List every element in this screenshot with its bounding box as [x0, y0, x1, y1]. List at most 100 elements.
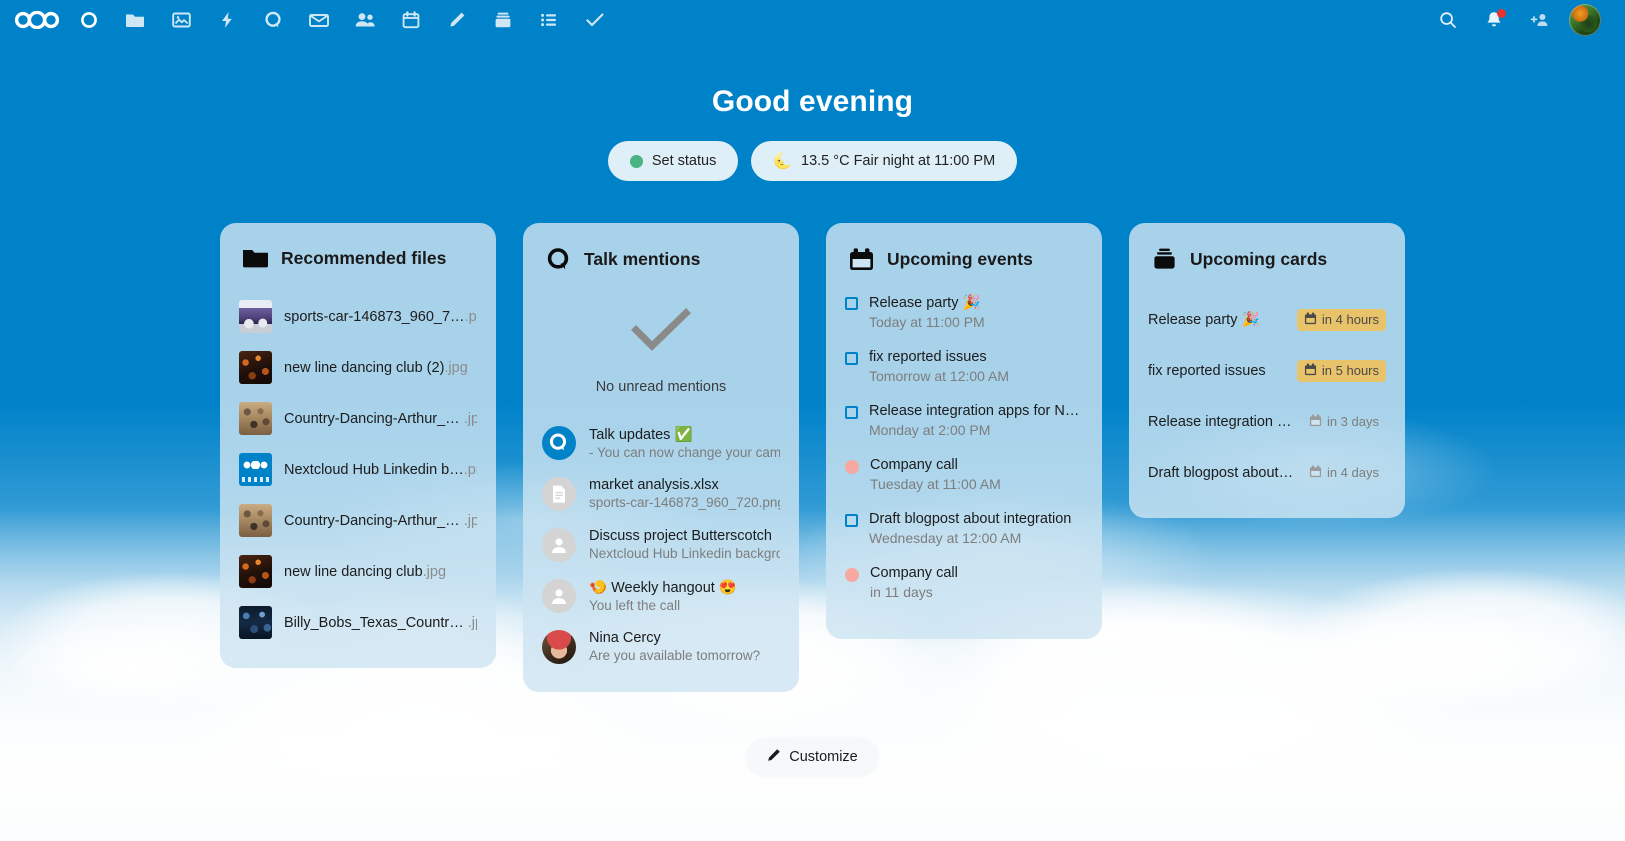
panel-title: Talk mentions — [584, 249, 701, 269]
event-status-dot — [845, 460, 859, 492]
search-icon[interactable] — [1425, 0, 1471, 40]
app-icon-tables[interactable] — [526, 0, 572, 40]
notifications-bell-icon[interactable] — [1471, 0, 1517, 40]
contacts-menu-icon[interactable] — [1517, 0, 1563, 40]
file-item[interactable]: new line dancing club.jpg — [239, 546, 477, 597]
user-avatar[interactable] — [1563, 0, 1607, 40]
conversation-item[interactable]: Talk updates ✅ - You can now change your … — [542, 417, 780, 468]
file-item[interactable]: Country-Dancing-Arthur_… .jpg — [239, 495, 477, 546]
file-extension: .jpg — [444, 359, 468, 376]
app-icon-activity[interactable] — [204, 0, 250, 40]
customize-button[interactable]: Customize — [747, 738, 878, 775]
conversation-subtitle: - You can now change your camer… — [589, 444, 780, 460]
panel-upcoming-events: Upcoming events Release party 🎉 Today at … — [826, 223, 1102, 639]
file-extension: .jpg — [422, 563, 447, 580]
card-due-badge: in 4 days — [1302, 462, 1386, 484]
conversation-title: Nina Cercy — [589, 630, 661, 646]
app-icon-dashboard[interactable] — [66, 0, 112, 40]
app-icon-notes[interactable] — [434, 0, 480, 40]
event-time: Wednesday at 12:00 AM — [869, 530, 1022, 546]
event-item[interactable]: Release party 🎉 Today at 11:00 PM — [845, 294, 1083, 330]
panel-header: Upcoming events — [845, 247, 1083, 272]
conversation-item[interactable]: 🍤 Weekly hangout 😍 You left the call — [542, 570, 780, 621]
nextcloud-logo[interactable] — [8, 0, 66, 40]
event-item[interactable]: Company call Tuesday at 11:00 AM — [845, 457, 1083, 492]
notification-badge — [1497, 9, 1506, 18]
event-item[interactable]: Company call in 11 days — [845, 565, 1083, 600]
app-icon-files[interactable] — [112, 0, 158, 40]
card-due-badge: in 5 hours — [1296, 359, 1386, 382]
card-item[interactable]: Release integration apps for… in 3 days — [1148, 396, 1386, 447]
event-item[interactable]: Draft blogpost about integration Wednesda… — [845, 511, 1083, 546]
panel-header: Upcoming cards — [1148, 247, 1386, 272]
file-name: new line dancing club (2).jpg — [284, 360, 468, 376]
panel-header: Recommended files — [239, 247, 477, 269]
app-icon-calendar[interactable] — [388, 0, 434, 40]
app-icon-contacts[interactable] — [342, 0, 388, 40]
file-item[interactable]: Nextcloud Hub Linkedin b….png — [239, 444, 477, 495]
file-item[interactable]: Country-Dancing-Arthur_… .jpg — [239, 393, 477, 444]
conversation-avatar — [542, 476, 576, 511]
card-due-badge: in 3 days — [1302, 411, 1386, 433]
file-thumbnail — [239, 606, 272, 639]
app-icon-deck[interactable] — [480, 0, 526, 40]
panel-recommended-files: Recommended files sports-car-146873_960_… — [220, 223, 496, 668]
file-thumbnail — [239, 351, 272, 384]
conversation-avatar — [542, 425, 576, 460]
conversation-item[interactable]: Nina Cercy Are you available tomorrow? — [542, 621, 780, 672]
conversation-item[interactable]: market analysis.xlsx sports-car-146873_96… — [542, 468, 780, 519]
weather-status-button[interactable]: 🌜 13.5 °C Fair night at 11:00 PM — [751, 141, 1018, 181]
file-name: Country-Dancing-Arthur_… .jpg — [284, 411, 477, 427]
event-time: Today at 11:00 PM — [869, 314, 985, 330]
cards-list: Release party 🎉 in 4 hours fix reported is… — [1148, 294, 1386, 498]
checkbox-box — [845, 406, 858, 419]
card-due-label: in 5 hours — [1321, 363, 1379, 378]
conversation-text: 🍤 Weekly hangout 😍 You left the call — [589, 579, 780, 613]
file-item[interactable]: sports-car-146873_960_7….png — [239, 291, 477, 342]
card-item[interactable]: Release party 🎉 in 4 hours — [1148, 294, 1386, 345]
event-checkbox[interactable] — [845, 352, 858, 384]
event-checkbox[interactable] — [845, 297, 858, 330]
file-basename: new line dancing club (2) — [284, 359, 445, 376]
conversation-title: market analysis.xlsx — [589, 477, 719, 493]
conversation-text: Talk updates ✅ - You can now change your … — [589, 426, 780, 460]
file-item[interactable]: new line dancing club (2).jpg — [239, 342, 477, 393]
conversation-text: Discuss project Butterscotch Nextcloud Hu… — [589, 528, 780, 561]
avatar-image — [1569, 4, 1601, 36]
file-extension: .jpg — [467, 614, 477, 631]
file-item[interactable]: Billy_Bobs_Texas_Countr… .jpg — [239, 597, 477, 648]
pencil-icon — [767, 748, 781, 766]
card-title: Release integration apps for… — [1148, 413, 1294, 430]
event-item[interactable]: Release integration apps for Nextclou… Mo… — [845, 403, 1083, 438]
panel-title: Upcoming events — [887, 249, 1033, 269]
card-item[interactable]: fix reported issues in 5 hours — [1148, 345, 1386, 396]
event-checkbox[interactable] — [845, 406, 858, 438]
moon-cloud-icon: 🌜 — [773, 152, 793, 170]
conversation-avatar — [542, 629, 576, 664]
set-status-button[interactable]: Set status — [607, 141, 739, 181]
app-icon-tasks[interactable] — [572, 0, 618, 40]
event-checkbox[interactable] — [845, 514, 858, 546]
conversation-avatar — [542, 527, 576, 562]
file-basename: Nextcloud Hub Linkedin b… — [284, 461, 464, 478]
file-extension: .jpg — [463, 512, 477, 529]
event-item[interactable]: fix reported issues Tomorrow at 12:00 AM — [845, 349, 1083, 384]
calendar-icon — [1309, 465, 1322, 481]
checkmark-icon — [631, 308, 691, 357]
app-icon-photos[interactable] — [158, 0, 204, 40]
app-icon-mail[interactable] — [296, 0, 342, 40]
card-item[interactable]: Draft blogpost about integra… in 4 days — [1148, 447, 1386, 498]
file-extension: .png — [464, 308, 477, 325]
card-due-label: in 3 days — [1326, 414, 1379, 429]
file-basename: new line dancing club — [284, 563, 423, 580]
card-due-badge: in 4 hours — [1296, 308, 1386, 331]
event-time: Tomorrow at 12:00 AM — [869, 368, 1010, 384]
app-icon-talk[interactable] — [250, 0, 296, 40]
file-thumbnail — [239, 453, 272, 486]
card-title: Draft blogpost about integra… — [1148, 464, 1294, 481]
file-name: Billy_Bobs_Texas_Countr… .jpg — [284, 615, 477, 631]
calendar-icon — [1304, 312, 1317, 328]
conversation-item[interactable]: Discuss project Butterscotch Nextcloud Hu… — [542, 519, 780, 570]
panel-title: Recommended files — [281, 247, 447, 268]
conversation-avatar — [542, 578, 576, 613]
